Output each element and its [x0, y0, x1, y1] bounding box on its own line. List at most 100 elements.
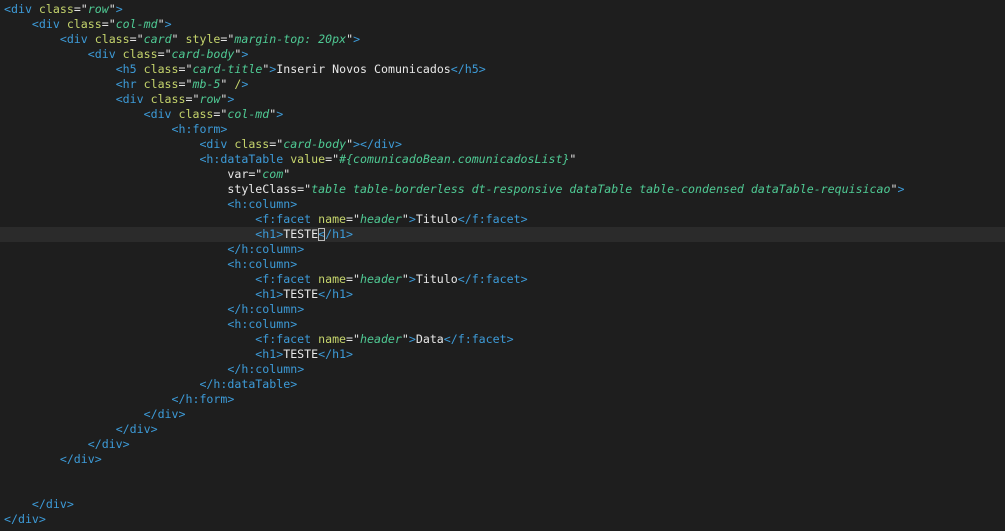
code-line[interactable]: <h1>TESTE</h1>: [0, 227, 1005, 242]
code-line[interactable]: <div class="card-body">: [0, 47, 1005, 62]
tag-bracket: >: [178, 407, 186, 421]
tag-name: <h5: [115, 62, 137, 76]
code-line[interactable]: </div>: [0, 437, 1005, 452]
tag-bracket: >: [150, 422, 158, 436]
tag-name: <f:facet: [255, 332, 312, 346]
code-line[interactable]: <h:column>: [0, 317, 1005, 332]
text-content: [4, 362, 227, 376]
attribute-name: value: [283, 152, 326, 166]
equals-sign: =: [157, 47, 165, 61]
code-line[interactable]: styleClass="table table-borderless dt-re…: [0, 182, 1005, 197]
tag-bracket: >: [297, 362, 305, 376]
tag-name: </div: [115, 422, 151, 436]
tag-bracket: >: [297, 242, 305, 256]
code-line[interactable]: <h:column>: [0, 197, 1005, 212]
code-line[interactable]: <f:facet name="header">Titulo</f:facet>: [0, 272, 1005, 287]
tag-name: </div: [4, 512, 39, 526]
attribute-name: class: [115, 47, 158, 61]
equals-sign: =: [346, 212, 354, 226]
quote: ": [346, 32, 354, 46]
quote: ": [353, 332, 360, 346]
attribute-value: com: [262, 167, 284, 181]
code-line[interactable]: <div class="card-body"></div>: [0, 137, 1005, 152]
code-line[interactable]: [0, 467, 1005, 482]
attribute-name: class: [87, 32, 130, 46]
tag-bracket: >: [520, 272, 528, 286]
text-content: [4, 317, 227, 331]
tag-bracket: >: [122, 437, 130, 451]
text-content: [4, 257, 227, 271]
tag-name: </div: [143, 407, 179, 421]
code-line[interactable]: <div class="col-md">: [0, 107, 1005, 122]
code-line[interactable]: <div class="row">: [0, 2, 1005, 17]
text-content: [4, 407, 144, 421]
tag-bracket: >: [290, 197, 298, 211]
code-line[interactable]: </h:column>: [0, 242, 1005, 257]
tag-bracket: >: [115, 2, 123, 16]
code-line[interactable]: </h:column>: [0, 362, 1005, 377]
code-line[interactable]: <h5 class="card-title">Inserir Novos Com…: [0, 62, 1005, 77]
text-content: styleClass: [4, 182, 298, 196]
code-line[interactable]: </div>: [0, 407, 1005, 422]
code-line[interactable]: <div class="card" style="margin-top: 20p…: [0, 32, 1005, 47]
code-line[interactable]: </h:form>: [0, 392, 1005, 407]
code-line[interactable]: <h:dataTable value="#{comunicadoBean.com…: [0, 152, 1005, 167]
code-line[interactable]: </div>: [0, 422, 1005, 437]
code-line[interactable]: <f:facet name="header">Titulo</f:facet>: [0, 212, 1005, 227]
attribute-value: card: [143, 32, 172, 46]
equals-sign: =: [129, 32, 137, 46]
text-content: [4, 452, 60, 466]
tag-name: <div: [4, 2, 32, 16]
text-content: Titulo: [415, 212, 458, 226]
code-line[interactable]: <h:form>: [0, 122, 1005, 137]
text-content: [4, 227, 255, 241]
tag-name: </div: [360, 137, 395, 151]
tag-name: <h:form: [171, 122, 221, 136]
code-line[interactable]: </div>: [0, 497, 1005, 512]
tag-bracket: >: [346, 347, 354, 361]
tag-bracket: >: [520, 212, 528, 226]
code-line[interactable]: <div class="row">: [0, 92, 1005, 107]
attribute-value: header: [360, 212, 402, 226]
text-content: TESTE: [283, 227, 319, 241]
text-content: [4, 152, 199, 166]
tag-bracket: >: [297, 302, 305, 316]
tag-bracket: >: [346, 227, 354, 241]
code-line[interactable]: </div>: [0, 452, 1005, 467]
tag-bracket: >: [346, 287, 354, 301]
quote: ": [401, 332, 409, 346]
attribute-name: name: [311, 212, 347, 226]
text-content: Data: [415, 332, 444, 346]
tag-name: </h:form: [171, 392, 228, 406]
equals-sign: =: [178, 77, 186, 91]
tag-bracket: >: [241, 47, 249, 61]
code-line[interactable]: <div class="col-md">: [0, 17, 1005, 32]
code-line[interactable]: </div>: [0, 512, 1005, 527]
attribute-name: class: [136, 62, 179, 76]
attribute-value: table table-borderless dt-responsive dat…: [311, 182, 891, 196]
code-line[interactable]: <h1>TESTE</h1>: [0, 347, 1005, 362]
code-line[interactable]: [0, 482, 1005, 497]
tag-bracket: >: [241, 77, 249, 91]
tag-bracket: >: [408, 212, 416, 226]
quote: ": [157, 17, 165, 31]
tag-name: <h:column: [227, 257, 291, 271]
attribute-value: #{comunicadoBean.comunicadosList}: [339, 152, 570, 166]
code-line[interactable]: <h:column>: [0, 257, 1005, 272]
tag-bracket: >: [408, 332, 416, 346]
code-line[interactable]: <h1>TESTE</h1>: [0, 287, 1005, 302]
code-line[interactable]: <f:facet name="header">Data</f:facet>: [0, 332, 1005, 347]
code-line[interactable]: var="com": [0, 167, 1005, 182]
code-editor[interactable]: <div class="row"> <div class="col-md"> <…: [0, 2, 1005, 527]
quote: ": [353, 272, 360, 286]
tag-bracket: >: [276, 107, 284, 121]
quote: ": [569, 152, 577, 166]
text-cursor: [318, 228, 326, 241]
attribute-value: card-body: [171, 47, 235, 61]
code-line[interactable]: <hr class="mb-5" />: [0, 77, 1005, 92]
code-line[interactable]: </h:dataTable>: [0, 377, 1005, 392]
quote: ": [136, 32, 144, 46]
code-line[interactable]: </h:column>: [0, 302, 1005, 317]
tag-bracket: >: [478, 62, 486, 76]
quote: ": [283, 167, 291, 181]
